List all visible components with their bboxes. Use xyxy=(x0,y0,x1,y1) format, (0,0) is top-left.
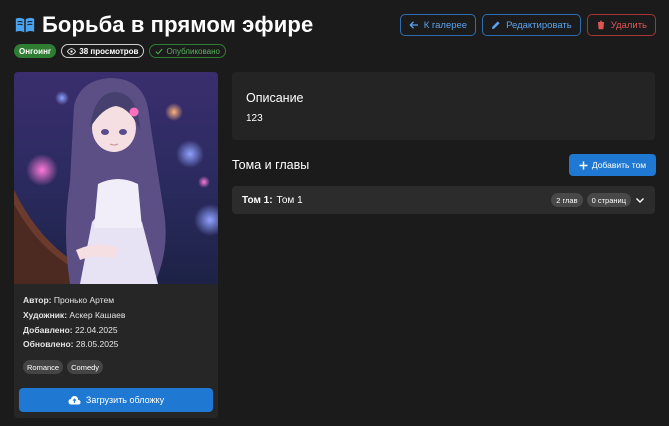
edit-label: Редактировать xyxy=(506,19,572,31)
title-wrap: Борьба в прямом эфире xyxy=(14,12,313,38)
pencil-icon xyxy=(492,21,500,29)
cloud-upload-icon xyxy=(68,396,81,405)
upload-cover-button[interactable]: Загрузить обложку xyxy=(19,388,213,412)
updated-row: Обновлено: 28.05.2025 xyxy=(23,337,125,352)
page-header: Борьба в прямом эфире К галерее Редактир… xyxy=(14,12,656,42)
volume-name: Том 1 xyxy=(276,194,303,206)
status-badge: Онгоинг xyxy=(14,44,57,58)
trash-icon xyxy=(597,20,604,30)
badge-row: Онгоинг 38 просмотров Опубликовано xyxy=(14,44,226,58)
artist-row: Художник: Аскер Кашаев xyxy=(23,308,125,323)
volume-number: Том 1: xyxy=(242,194,273,206)
volume-stats: 2 глав 0 страниц xyxy=(551,193,645,207)
add-volume-label: Добавить том xyxy=(591,160,647,170)
page-title: Борьба в прямом эфире xyxy=(42,12,314,37)
back-label: К галерее xyxy=(423,19,468,31)
chevron-down-icon[interactable] xyxy=(635,195,645,205)
cover-image xyxy=(14,72,218,284)
updated-label: Обновлено: xyxy=(23,339,74,350)
genre-tag[interactable]: Romance xyxy=(23,360,64,374)
manga-meta: Автор: Пронько Артем Художник: Аскер Каш… xyxy=(23,293,125,352)
book-open-icon xyxy=(15,17,35,33)
author-row: Автор: Пронько Артем xyxy=(23,293,125,308)
edit-button[interactable]: Редактировать xyxy=(482,14,581,36)
updated-value: 28.05.2025 xyxy=(75,339,119,350)
added-value: 22.04.2025 xyxy=(75,324,118,335)
description-title: Описание xyxy=(246,91,304,105)
delete-label: Удалить xyxy=(610,19,647,31)
pages-count-badge: 0 страниц xyxy=(586,193,631,207)
plus-icon xyxy=(579,161,588,169)
header-actions: К галерее Редактировать Удалить xyxy=(399,14,656,36)
artist-label: Художник: xyxy=(23,309,68,320)
add-volume-button[interactable]: Добавить том xyxy=(569,154,656,176)
description-text: 123 xyxy=(246,113,263,124)
author-label: Автор: xyxy=(23,295,52,305)
chapters-count-badge: 2 глав xyxy=(551,193,583,207)
artist-value: Аскер Кашаев xyxy=(69,309,126,320)
check-icon xyxy=(155,48,164,55)
author-value: Пронько Артем xyxy=(53,295,115,305)
upload-cover-label: Загрузить обложку xyxy=(85,395,165,405)
back-to-gallery-button[interactable]: К галерее xyxy=(399,14,477,36)
added-row: Добавлено: 22.04.2025 xyxy=(23,323,125,338)
volume-row[interactable]: Том 1: Том 1 2 глав 0 страниц xyxy=(232,186,655,214)
description-card: Описание 123 xyxy=(232,72,655,140)
views-badge: 38 просмотров xyxy=(61,44,145,58)
added-label: Добавлено: xyxy=(23,324,73,335)
delete-button[interactable]: Удалить xyxy=(586,14,656,36)
views-count: 38 просмотров xyxy=(79,46,139,56)
genre-tags: Romance Comedy xyxy=(23,360,104,374)
published-badge: Опубликовано xyxy=(149,44,226,58)
volumes-heading: Тома и главы xyxy=(232,158,310,172)
manga-info-card: Автор: Пронько Артем Художник: Аскер Каш… xyxy=(14,72,218,418)
genre-tag[interactable]: Comedy xyxy=(67,360,104,374)
eye-icon xyxy=(67,47,77,55)
published-label: Опубликовано xyxy=(166,46,220,56)
arrow-left-icon xyxy=(409,21,418,29)
